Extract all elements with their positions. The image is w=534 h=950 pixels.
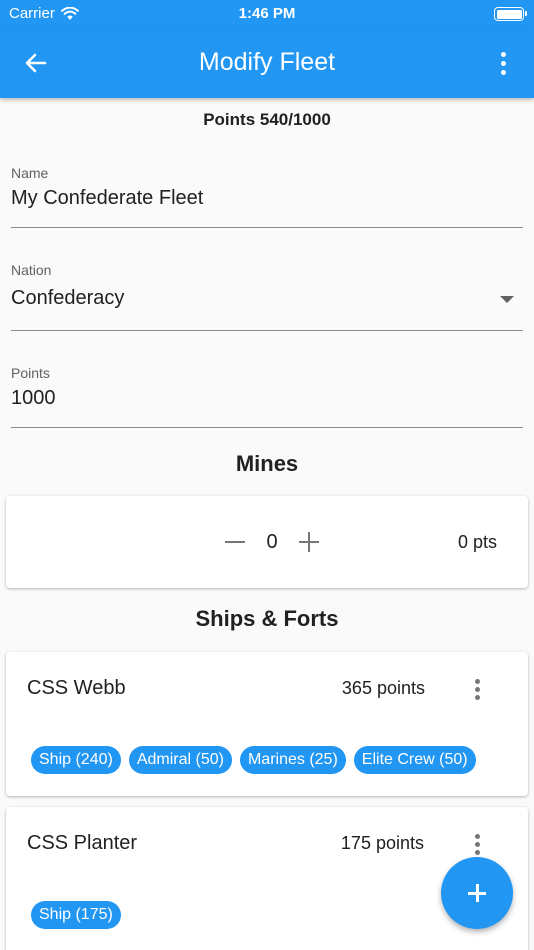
nation-value[interactable]: Confederacy bbox=[11, 287, 523, 310]
add-ship-button[interactable] bbox=[441, 857, 513, 929]
dropdown-arrow-icon[interactable] bbox=[500, 296, 514, 303]
upgrade-chip[interactable]: Ship (240) bbox=[31, 746, 121, 774]
more-vert-icon[interactable] bbox=[468, 831, 486, 857]
ship-points: 365 points bbox=[341, 678, 425, 698]
upgrade-chips: Ship (175) bbox=[31, 901, 121, 929]
nation-select[interactable]: Nation Confederacy bbox=[11, 262, 523, 331]
mines-points: 0 pts bbox=[457, 532, 497, 552]
minus-icon[interactable] bbox=[219, 526, 251, 558]
status-bar: Carrier 1:46 PM bbox=[0, 0, 534, 28]
ships-heading: Ships & Forts bbox=[195, 606, 339, 631]
points-value[interactable]: 1000 bbox=[11, 387, 523, 410]
status-time: 1:46 PM bbox=[238, 5, 296, 22]
app-bar: Modify Fleet bbox=[0, 28, 534, 98]
points-summary: Points 540/1000 bbox=[203, 110, 331, 129]
upgrade-chip[interactable]: Elite Crew (50) bbox=[353, 746, 476, 774]
ship-card[interactable]: CSS Webb 365 points Ship (240) Admiral (… bbox=[6, 652, 528, 796]
ship-points: 175 points bbox=[340, 833, 424, 853]
ship-name: CSS Planter bbox=[27, 832, 138, 854]
points-label: Points bbox=[11, 365, 50, 381]
upgrade-chip[interactable]: Ship (175) bbox=[31, 901, 121, 929]
mines-stepper: 0 bbox=[219, 526, 325, 558]
upgrade-chips: Ship (240) Admiral (50) Marines (25) Eli… bbox=[31, 746, 476, 774]
ship-name: CSS Webb bbox=[27, 677, 126, 699]
mines-card: 0 0 pts bbox=[6, 496, 528, 588]
name-value[interactable]: My Confederate Fleet bbox=[11, 187, 523, 210]
upgrade-chip[interactable]: Marines (25) bbox=[239, 746, 346, 774]
upgrade-chip[interactable]: Admiral (50) bbox=[128, 746, 232, 774]
plus-icon[interactable] bbox=[293, 526, 325, 558]
page-title: Modify Fleet bbox=[198, 48, 336, 76]
more-vert-icon[interactable] bbox=[494, 49, 512, 77]
points-field[interactable]: Points 1000 bbox=[11, 365, 523, 428]
mines-heading: Mines bbox=[235, 451, 299, 476]
name-label: Name bbox=[11, 165, 49, 181]
more-vert-icon[interactable] bbox=[468, 676, 486, 702]
battery-icon bbox=[494, 7, 527, 21]
name-field[interactable]: Name My Confederate Fleet bbox=[11, 165, 523, 228]
mines-count: 0 bbox=[266, 530, 278, 553]
nation-label: Nation bbox=[11, 262, 52, 278]
